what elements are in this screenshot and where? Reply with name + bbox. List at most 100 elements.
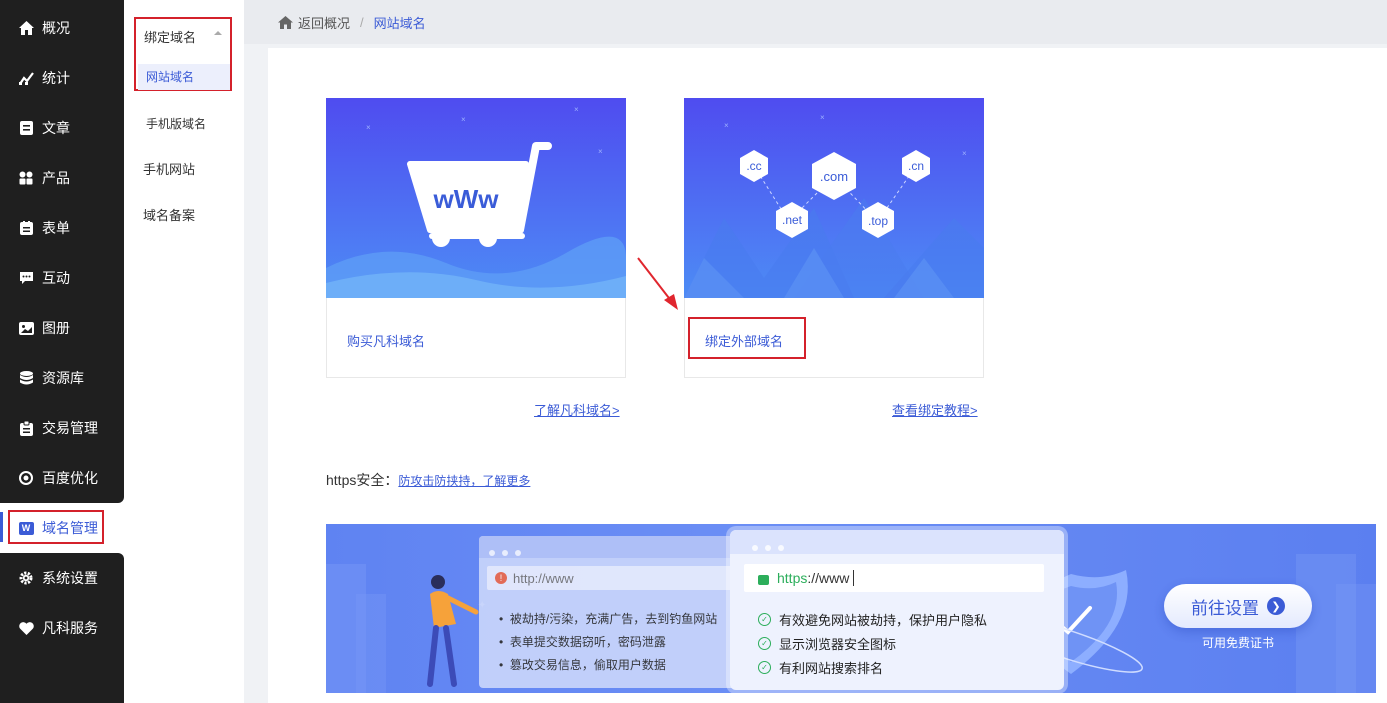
free-certificate-note: 可用免费证书	[1201, 636, 1274, 650]
article-icon	[18, 120, 34, 136]
insecure-browser-panel: ! http://www • 被劫持/污染，充满广告，去到钓鱼网站 • 表单提交…	[479, 536, 737, 688]
check-icon: ✓	[758, 613, 771, 626]
breadcrumb-separator: /	[360, 14, 364, 30]
cart-www-text: wWw	[433, 184, 500, 214]
https-prefix: https安全：	[326, 472, 399, 488]
buy-domain-card[interactable]: × × × × wWw 购买凡科域名	[326, 98, 626, 378]
sidebar-item-stats[interactable]: 统计	[0, 53, 124, 103]
svg-text:×: ×	[366, 123, 371, 132]
sidebar-item-settings[interactable]: 系统设置	[0, 553, 124, 603]
main-content: × × × × wWw 购买凡科域名 × × × .cc .com .cn .n…	[268, 48, 1387, 703]
w-badge-icon: W	[18, 520, 34, 536]
sidebar-item-label: 资源库	[42, 370, 84, 386]
chat-icon	[18, 270, 34, 286]
sidebar-item-label: 系统设置	[42, 570, 98, 586]
secure-point: ✓ 显示浏览器安全图标	[758, 634, 896, 653]
secure-url-text: ://www	[807, 570, 850, 586]
subnav-item-domain-filing[interactable]: 域名备案	[143, 205, 263, 224]
album-icon	[18, 320, 34, 336]
domain-tag: .net	[782, 213, 803, 227]
sidebar-item-forms[interactable]: 表单	[0, 203, 124, 253]
warning-icon: !	[495, 572, 507, 584]
insecure-point: • 表单提交数据窃听，密码泄露	[499, 635, 666, 649]
check-icon: ✓	[758, 637, 771, 650]
sidebar-item-label: 域名管理	[42, 520, 98, 536]
sidebar-item-label: 概况	[42, 20, 70, 36]
insecure-url-text: http://www	[513, 570, 574, 586]
domain-tag: .cc	[746, 159, 761, 173]
insecure-point: • 被劫持/污染，充满广告，去到钓鱼网站	[499, 612, 718, 626]
sidebar-item-overview[interactable]: 概况	[0, 3, 124, 53]
sidebar-item-label: 交易管理	[42, 420, 98, 436]
main-sidebar: 概况 统计 文章 产品 表单 互动 图册 资源库 交易管理 百度优化 W 域名管…	[0, 0, 124, 703]
sidebar-item-interaction[interactable]: 互动	[0, 253, 124, 303]
svg-text:×: ×	[574, 105, 579, 114]
lock-icon	[758, 575, 769, 585]
go-settings-label: 前往设置	[1191, 598, 1259, 618]
grid-icon	[18, 170, 34, 186]
sidebar-item-label: 表单	[42, 220, 70, 236]
buy-domain-illustration: × × × × wWw	[326, 98, 626, 298]
caret-up-icon[interactable]	[214, 31, 222, 35]
secure-url-scheme: https	[777, 570, 808, 586]
form-icon	[18, 220, 34, 236]
breadcrumb: 返回概况 / 网站域名	[244, 0, 1387, 44]
subnav-group-bind-domain: 绑定域名 网站域名	[134, 17, 232, 91]
subnav-item-mobile-site[interactable]: 手机网站	[143, 159, 263, 178]
sidebar-item-trade[interactable]: 交易管理	[0, 403, 124, 453]
sidebar-item-label: 百度优化	[42, 470, 98, 486]
sidebar-item-album[interactable]: 图册	[0, 303, 124, 353]
svg-text:×: ×	[598, 147, 603, 156]
go-settings-button[interactable]: 前往设置 ❯	[1164, 584, 1312, 628]
sidebar-item-articles[interactable]: 文章	[0, 103, 124, 153]
sidebar-item-seo[interactable]: 百度优化	[0, 453, 124, 503]
insecure-url-bar: ! http://www	[487, 566, 733, 590]
gear-icon	[18, 570, 34, 586]
https-banner: ✦ ! http://www • 被劫持/污染，充满广告，去到钓鱼网站 • 表单…	[326, 524, 1376, 693]
secure-url-bar: https://www	[744, 564, 1044, 592]
chevron-right-icon: ❯	[1267, 597, 1285, 615]
database-icon	[18, 370, 34, 386]
sidebar-item-resources[interactable]: 资源库	[0, 353, 124, 403]
secure-point: ✓ 有效避免网站被劫持，保护用户隐私	[758, 610, 987, 629]
sidebar-item-products[interactable]: 产品	[0, 153, 124, 203]
svg-text:×: ×	[724, 121, 729, 130]
svg-text:×: ×	[461, 115, 466, 124]
home-icon	[18, 20, 34, 36]
chart-icon	[18, 70, 34, 86]
sidebar-item-services[interactable]: 凡科服务	[0, 603, 124, 653]
https-learn-more-link[interactable]: 防攻击防挟持，了解更多	[398, 474, 530, 488]
learn-domain-link[interactable]: 了解凡科域名>	[534, 400, 620, 419]
subnav-item-site-domain[interactable]: 网站域名	[138, 64, 230, 90]
sub-sidebar: 绑定域名 网站域名 手机版域名 手机网站 域名备案	[124, 0, 244, 703]
domain-tag: .cn	[908, 159, 924, 173]
domain-tag: .com	[820, 169, 848, 184]
domain-tag: .top	[868, 214, 888, 228]
sidebar-item-label: 互动	[42, 270, 70, 286]
sidebar-item-label: 凡科服务	[42, 620, 98, 636]
insecure-point: • 篡改交易信息，偷取用户数据	[499, 658, 666, 672]
sidebar-item-label: 产品	[42, 170, 70, 186]
subnav-item-mobile-domain[interactable]: 手机版域名	[146, 115, 266, 132]
sidebar-item-label: 文章	[42, 120, 70, 136]
buy-domain-label[interactable]: 购买凡科域名	[347, 331, 425, 350]
secure-point: ✓ 有利网站搜索排名	[758, 658, 883, 677]
home-icon[interactable]	[278, 15, 293, 29]
bind-tutorial-link[interactable]: 查看绑定教程>	[892, 400, 978, 419]
sidebar-item-label: 统计	[42, 70, 70, 86]
breadcrumb-current: 网站域名	[373, 15, 426, 31]
breadcrumb-back-link[interactable]: 返回概况	[298, 13, 350, 32]
sidebar-item-domains[interactable]: W 域名管理	[0, 503, 124, 553]
bind-domain-card[interactable]: × × × .cc .com .cn .net .top 绑定外部域名	[684, 98, 984, 378]
pointer-arrow	[637, 257, 678, 310]
target-icon	[18, 470, 34, 486]
svg-text:×: ×	[962, 149, 967, 158]
bind-domain-label[interactable]: 绑定外部域名	[705, 331, 783, 350]
bind-domain-illustration: × × × .cc .com .cn .net .top	[684, 98, 984, 298]
check-icon: ✓	[758, 661, 771, 674]
subnav-group-header[interactable]: 绑定域名	[144, 27, 196, 46]
https-notice: https安全：防攻击防挟持，了解更多	[326, 470, 530, 490]
heart-icon	[18, 620, 34, 636]
svg-text:×: ×	[820, 113, 825, 122]
clipboard-icon	[18, 420, 34, 436]
